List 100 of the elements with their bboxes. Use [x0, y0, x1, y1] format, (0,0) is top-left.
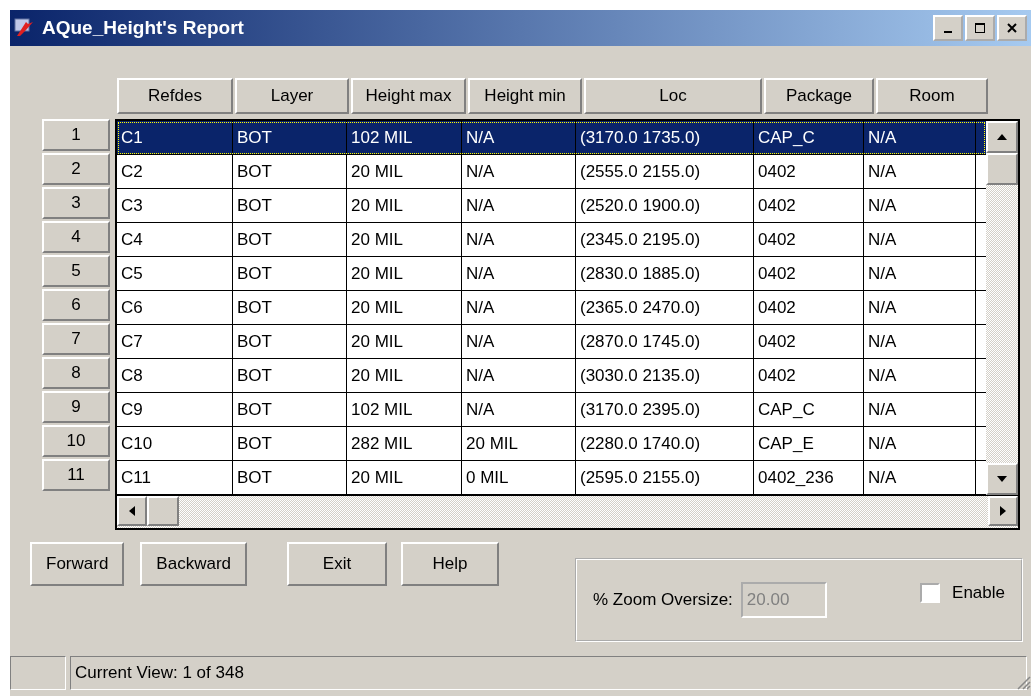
table-cell: (2870.0 1745.0)	[576, 325, 754, 358]
table-cell: (3030.0 2135.0)	[576, 359, 754, 392]
table-cell: (2595.0 2155.0)	[576, 461, 754, 494]
table-cell: C7	[117, 325, 233, 358]
minimize-button[interactable]	[933, 15, 963, 41]
table-row[interactable]: C2 BOT 20 MIL N/A (2555.0 2155.0) 0402 N/A	[117, 155, 986, 189]
left-arrow-icon	[129, 506, 135, 516]
column-header[interactable]: Package	[764, 78, 874, 114]
table-row[interactable]: C5 BOT 20 MIL N/A (2830.0 1885.0) 0402 N/A	[117, 257, 986, 291]
table-cell: (2555.0 2155.0)	[576, 155, 754, 188]
scroll-thumb[interactable]	[986, 153, 1018, 185]
table-cell: C6	[117, 291, 233, 324]
table-cell: N/A	[864, 359, 976, 392]
table-cell: (2280.0 1740.0)	[576, 427, 754, 460]
table-cell: 20 MIL	[347, 291, 462, 324]
scroll-right-button[interactable]	[988, 496, 1018, 526]
table-row[interactable]: C9 BOT 102 MIL N/A (3170.0 2395.0) CAP_C N/A	[117, 393, 986, 427]
table-cell: C2	[117, 155, 233, 188]
maximize-button[interactable]	[965, 15, 995, 41]
column-header[interactable]: Height min	[468, 78, 582, 114]
table-cell: C1	[117, 121, 233, 154]
row-header[interactable]: 11	[42, 459, 110, 491]
table-cell: N/A	[864, 291, 976, 324]
scroll-up-button[interactable]	[986, 121, 1018, 153]
table-cell: N/A	[864, 223, 976, 256]
scroll-down-button[interactable]	[986, 463, 1018, 495]
table-cell: BOT	[233, 461, 347, 494]
resize-grip-icon[interactable]	[1015, 674, 1031, 690]
table-cell: N/A	[462, 359, 576, 392]
push-button[interactable]: Backward	[140, 542, 247, 586]
table-row[interactable]: C1 BOT 102 MIL N/A (3170.0 1735.0) CAP_C N/A	[117, 121, 986, 155]
table-row[interactable]: C6 BOT 20 MIL N/A (2365.0 2470.0) 0402 N/A	[117, 291, 986, 325]
table-cell: BOT	[233, 223, 347, 256]
row-header[interactable]: 8	[42, 357, 110, 389]
table-cell: N/A	[462, 257, 576, 290]
column-header[interactable]: Height max	[351, 78, 466, 114]
table-cell: BOT	[233, 291, 347, 324]
push-button[interactable]: Exit	[287, 542, 387, 586]
horizontal-scrollbar[interactable]	[117, 495, 1018, 528]
column-header[interactable]: Loc	[584, 78, 762, 114]
push-button[interactable]: Forward	[30, 542, 125, 586]
table-cell: BOT	[233, 257, 347, 290]
table-cell: N/A	[462, 223, 576, 256]
row-header[interactable]: 10	[42, 425, 110, 457]
table-cell: BOT	[233, 427, 347, 460]
table-cell: C3	[117, 189, 233, 222]
minimize-icon	[944, 31, 952, 33]
enable-label: Enable	[952, 583, 1005, 603]
close-icon	[1007, 23, 1017, 33]
table-cell: 0402	[754, 257, 864, 290]
table-cell: C8	[117, 359, 233, 392]
row-header[interactable]: 4	[42, 221, 110, 253]
table-cell: (2520.0 1900.0)	[576, 189, 754, 222]
table-cell: 20 MIL	[347, 461, 462, 494]
push-button[interactable]: Help	[401, 542, 499, 586]
table-cell: N/A	[462, 291, 576, 324]
table-row[interactable]: C10 BOT 282 MIL 20 MIL (2280.0 1740.0) CAP_E N/A	[117, 427, 986, 461]
table-cell: 20 MIL	[347, 189, 462, 222]
up-arrow-icon	[997, 134, 1007, 140]
table-row[interactable]: C8 BOT 20 MIL N/A (3030.0 2135.0) 0402 N/A	[117, 359, 986, 393]
row-header[interactable]: 1	[42, 119, 110, 151]
table-cell: 20 MIL	[347, 223, 462, 256]
table-cell: 0 MIL	[462, 461, 576, 494]
table-row[interactable]: C7 BOT 20 MIL N/A (2870.0 1745.0) 0402 N/A	[117, 325, 986, 359]
table-cell: N/A	[864, 325, 976, 358]
table-row[interactable]: C4 BOT 20 MIL N/A (2345.0 2195.0) 0402 N/A	[117, 223, 986, 257]
table-cell: 102 MIL	[347, 393, 462, 426]
table-cell: CAP_E	[754, 427, 864, 460]
maximize-icon	[975, 23, 985, 33]
table-cell: CAP_C	[754, 121, 864, 154]
column-header[interactable]: Refdes	[117, 78, 233, 114]
table-cell: N/A	[462, 325, 576, 358]
row-header[interactable]: 3	[42, 187, 110, 219]
table-cell: 0402	[754, 359, 864, 392]
row-header[interactable]: 2	[42, 153, 110, 185]
table-cell: N/A	[864, 427, 976, 460]
table-cell: BOT	[233, 189, 347, 222]
column-header[interactable]: Layer	[235, 78, 349, 114]
table-cell: 102 MIL	[347, 121, 462, 154]
scroll-thumb[interactable]	[147, 496, 179, 526]
scroll-left-button[interactable]	[117, 496, 147, 526]
close-button[interactable]	[997, 15, 1027, 41]
table-cell: N/A	[462, 189, 576, 222]
vertical-scrollbar[interactable]	[986, 121, 1018, 495]
table-cell: C4	[117, 223, 233, 256]
column-header[interactable]: Room	[876, 78, 988, 114]
row-header[interactable]: 9	[42, 391, 110, 423]
table-cell: 0402	[754, 189, 864, 222]
table-cell: (3170.0 1735.0)	[576, 121, 754, 154]
table-cell: 0402	[754, 325, 864, 358]
table-cell: 0402_236	[754, 461, 864, 494]
row-header[interactable]: 6	[42, 289, 110, 321]
table-cell: BOT	[233, 155, 347, 188]
table-cell: 20 MIL	[347, 257, 462, 290]
table-cell: 0402	[754, 291, 864, 324]
table-row[interactable]: C3 BOT 20 MIL N/A (2520.0 1900.0) 0402 N/A	[117, 189, 986, 223]
row-header[interactable]: 7	[42, 323, 110, 355]
app-icon	[14, 18, 36, 38]
table-cell: N/A	[462, 393, 576, 426]
row-header[interactable]: 5	[42, 255, 110, 287]
